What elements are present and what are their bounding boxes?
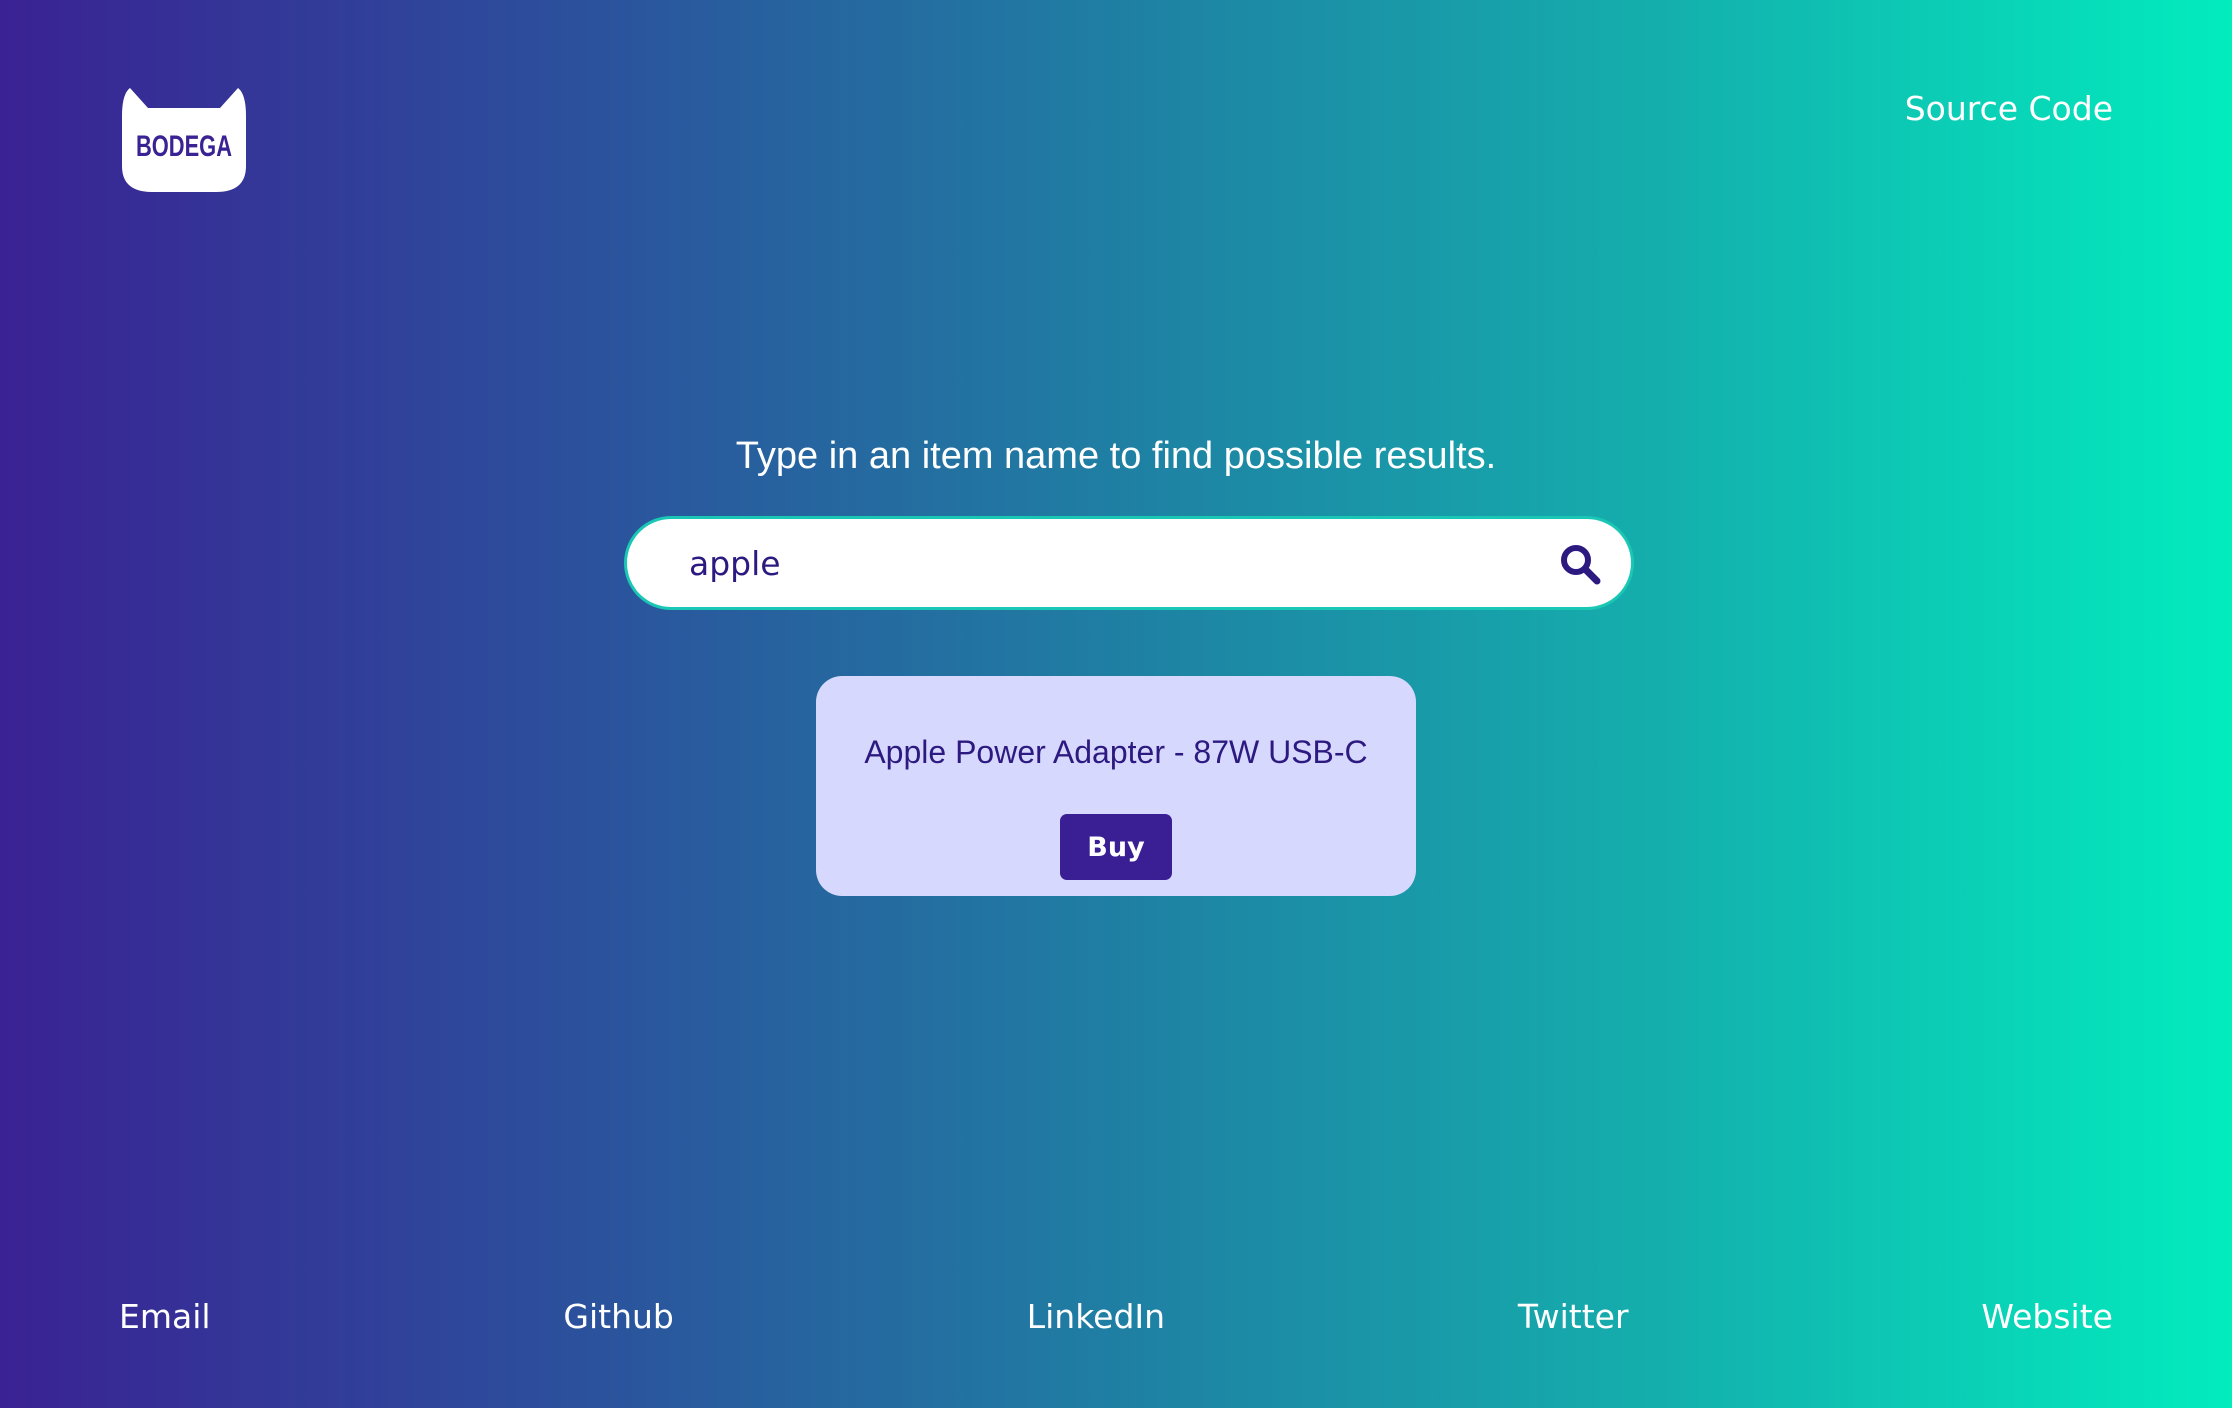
search-prompt: Type in an item name to find possible re… (735, 435, 1497, 477)
footer-link-twitter[interactable]: Twitter (1518, 1294, 1629, 1340)
result-card: Apple Power Adapter - 87W USB-C Buy (816, 676, 1416, 896)
footer-link-linkedin[interactable]: LinkedIn (1027, 1294, 1165, 1340)
source-code-link[interactable]: Source Code (1905, 86, 2113, 132)
search-icon[interactable] (1559, 543, 1601, 585)
logo-text: BODEGA (136, 130, 232, 163)
bodega-logo-image: BODEGA (122, 88, 246, 192)
bodega-logo[interactable]: BODEGA (118, 86, 250, 194)
footer-link-email[interactable]: Email (119, 1294, 211, 1340)
result-title: Apple Power Adapter - 87W USB-C (864, 734, 1368, 770)
footer-link-github[interactable]: Github (563, 1294, 673, 1340)
footer: Email Github LinkedIn Twitter Website (119, 1294, 2113, 1340)
footer-link-website[interactable]: Website (1981, 1294, 2113, 1340)
search-box (624, 516, 1634, 610)
search-input[interactable] (689, 537, 1529, 589)
buy-button[interactable]: Buy (1060, 814, 1172, 880)
